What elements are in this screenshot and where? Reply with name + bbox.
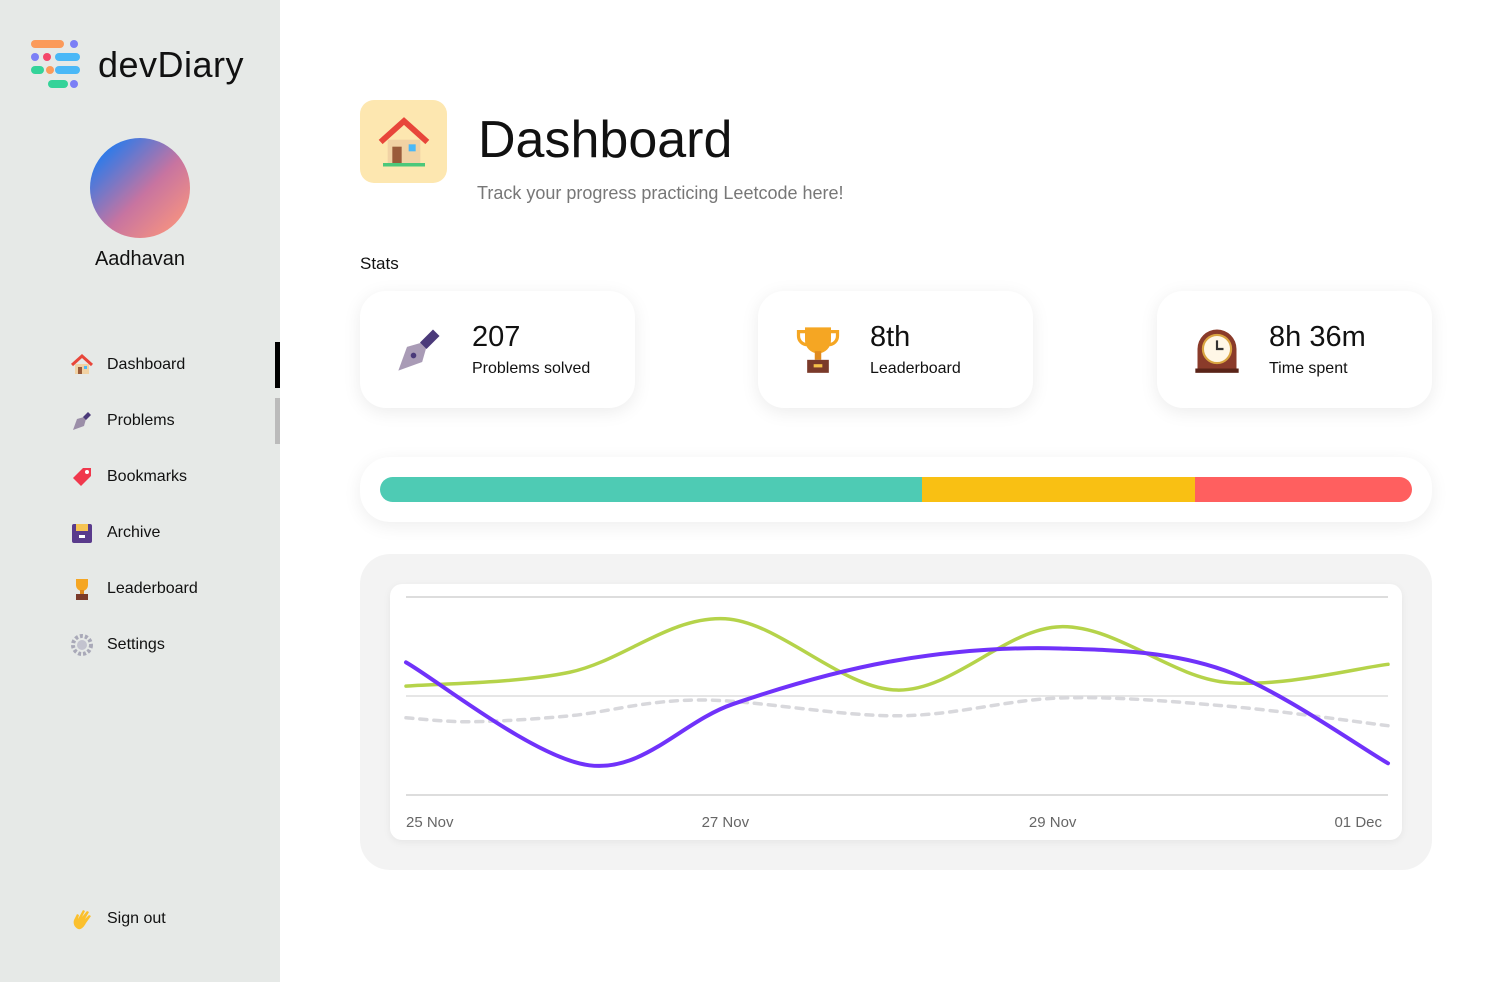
- chart-container: 25 Nov 27 Nov 29 Nov 01 Dec: [360, 554, 1432, 870]
- progress-segment-2: [1195, 477, 1412, 502]
- avatar[interactable]: [90, 138, 190, 238]
- line-chart: 25 Nov 27 Nov 29 Nov 01 Dec: [404, 596, 1390, 831]
- trophy-icon: [790, 321, 846, 377]
- progress-card: [360, 457, 1432, 522]
- app-name: devDiary: [98, 44, 245, 85]
- progress-bar: [380, 477, 1412, 502]
- sidebar-item-problems[interactable]: Problems: [70, 406, 175, 436]
- sidebar-item-settings[interactable]: Settings: [70, 630, 165, 660]
- sidebar: devDiary Aadhavan Dashboard Problems Boo…: [0, 0, 280, 982]
- stat-card-time: 8h 36m Time spent: [1157, 291, 1432, 408]
- gear-icon: [70, 633, 94, 657]
- house-icon: [70, 353, 94, 377]
- hover-indicator: [275, 398, 280, 444]
- stat-label: Problems solved: [472, 360, 591, 377]
- archive-icon: [70, 521, 94, 545]
- page-title: Dashboard: [478, 111, 733, 169]
- stat-value: 8h 36m: [1269, 321, 1366, 353]
- sidebar-item-label: Problems: [107, 412, 175, 429]
- stat-value: 8th: [870, 321, 911, 353]
- sidebar-item-dashboard[interactable]: Dashboard: [70, 350, 185, 380]
- dashboard-header-icon: [360, 100, 447, 183]
- stat-label: Leaderboard: [870, 360, 961, 377]
- sidebar-item-label: Leaderboard: [107, 580, 198, 597]
- house-icon: [378, 116, 429, 166]
- series-line-grey: [404, 695, 1390, 728]
- trophy-icon: [70, 577, 94, 601]
- active-indicator: [275, 342, 280, 388]
- x-tick-label: 29 Nov: [1029, 814, 1077, 831]
- sidebar-item-archive[interactable]: Archive: [70, 518, 160, 548]
- stat-card-leaderboard: 8th Leaderboard: [758, 291, 1033, 408]
- pen-icon: [392, 321, 448, 377]
- sign-out-button[interactable]: Sign out: [70, 904, 166, 934]
- logo-icon: [31, 40, 80, 88]
- progress-segment-0: [380, 477, 922, 502]
- sidebar-item-label: Settings: [107, 636, 165, 653]
- sidebar-item-bookmarks[interactable]: Bookmarks: [70, 462, 187, 492]
- logo[interactable]: devDiary: [30, 40, 244, 90]
- series-line-green: [404, 617, 1390, 692]
- clock-icon: [1189, 321, 1245, 377]
- sidebar-item-label: Archive: [107, 524, 161, 541]
- page-subtitle: Track your progress practicing Leetcode …: [477, 183, 844, 203]
- stat-value: 207: [472, 321, 521, 353]
- bookmark-icon: [70, 465, 94, 489]
- pen-icon: [70, 409, 94, 433]
- stat-label: Time spent: [1269, 360, 1348, 377]
- sign-out-label: Sign out: [107, 910, 166, 927]
- user-name: Aadhavan: [94, 248, 186, 270]
- x-tick-label: 25 Nov: [406, 814, 454, 831]
- sidebar-item-label: Bookmarks: [107, 468, 188, 485]
- x-tick-label: 27 Nov: [702, 814, 750, 831]
- sidebar-item-leaderboard[interactable]: Leaderboard: [70, 574, 198, 604]
- sidebar-item-label: Dashboard: [107, 356, 186, 373]
- progress-segment-1: [921, 477, 1196, 502]
- stats-heading: Stats: [360, 254, 399, 273]
- waving-hand-icon: [70, 907, 94, 931]
- chart-card: 25 Nov 27 Nov 29 Nov 01 Dec: [390, 584, 1402, 840]
- x-tick-label: 01 Dec: [1334, 814, 1382, 831]
- stat-card-problems: 207 Problems solved: [360, 291, 635, 408]
